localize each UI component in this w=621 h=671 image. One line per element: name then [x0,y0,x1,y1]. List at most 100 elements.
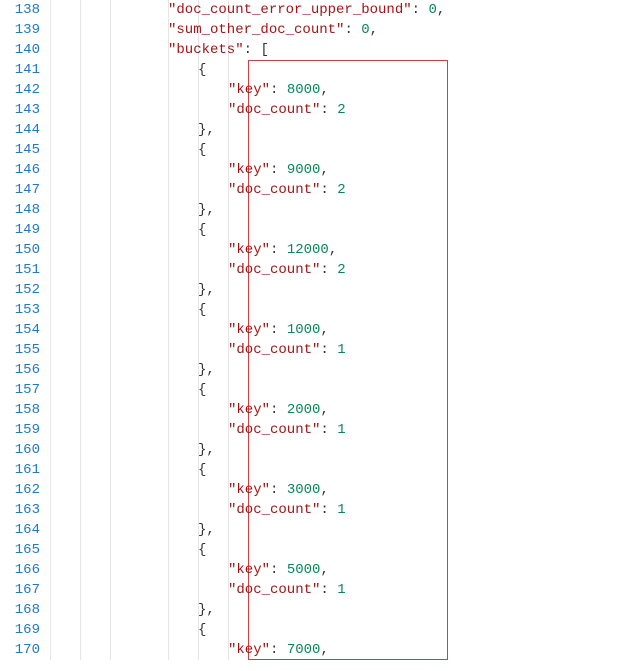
token-num: 1000 [287,322,321,338]
code-line[interactable]: "doc_count": 2 [50,180,621,200]
token-num: 2 [337,102,345,118]
token-bracket: { [198,542,206,558]
token-colon: : [320,262,337,278]
token-num: 9000 [287,162,321,178]
line-number: 169 [6,620,40,640]
token-bracket: { [198,302,206,318]
code-line[interactable]: "key": 5000, [50,560,621,580]
token-punct: , [320,642,328,658]
token-num: 1 [337,502,345,518]
code-line[interactable]: }, [50,280,621,300]
code-line[interactable]: "key": 9000, [50,160,621,180]
token-colon: : [320,422,337,438]
code-line[interactable]: "key": 2000, [50,400,621,420]
token-colon: : [270,82,287,98]
token-key: "doc_count" [228,422,320,438]
token-bracket: { [198,462,206,478]
code-line[interactable]: { [50,140,621,160]
token-num: 2 [337,262,345,278]
code-editor[interactable]: 1381391401411421431441451461471481491501… [0,0,621,660]
token-key: "key" [228,482,270,498]
code-line[interactable]: "doc_count": 2 [50,260,621,280]
code-line[interactable]: "doc_count": 1 [50,500,621,520]
code-line[interactable]: "doc_count": 1 [50,340,621,360]
token-key: "doc_count" [228,582,320,598]
token-colon: : [270,402,287,418]
token-punct: , [206,602,214,618]
code-line[interactable]: }, [50,120,621,140]
line-number: 147 [6,180,40,200]
token-punct: , [370,22,378,38]
code-line[interactable]: }, [50,360,621,380]
code-line[interactable]: "doc_count": 2 [50,100,621,120]
line-number: 157 [6,380,40,400]
token-colon: : [270,162,287,178]
code-line[interactable]: "key": 3000, [50,480,621,500]
code-line[interactable]: { [50,380,621,400]
code-line[interactable]: "doc_count": 1 [50,420,621,440]
code-line[interactable]: { [50,540,621,560]
line-number: 148 [6,200,40,220]
token-punct: , [320,82,328,98]
token-colon: : [270,482,287,498]
token-bracket: { [198,222,206,238]
token-key: "key" [228,562,270,578]
line-number: 153 [6,300,40,320]
line-number: 166 [6,560,40,580]
line-number: 146 [6,160,40,180]
code-line[interactable]: "doc_count_error_upper_bound": 0, [50,0,621,20]
line-number: 144 [6,120,40,140]
token-punct: , [206,522,214,538]
line-number: 163 [6,500,40,520]
token-colon: : [244,42,261,58]
code-line[interactable]: }, [50,200,621,220]
line-number: 161 [6,460,40,480]
token-num: 2 [337,182,345,198]
line-number: 156 [6,360,40,380]
token-colon: : [270,242,287,258]
line-number: 142 [6,80,40,100]
line-number: 168 [6,600,40,620]
line-number: 149 [6,220,40,240]
token-num: 1 [337,342,345,358]
code-line[interactable]: "key": 1000, [50,320,621,340]
token-num: 0 [361,22,369,38]
code-line[interactable]: { [50,460,621,480]
line-number: 138 [6,0,40,20]
code-line[interactable]: { [50,620,621,640]
token-punct: , [320,402,328,418]
line-number: 143 [6,100,40,120]
code-line[interactable]: "doc_count": 1 [50,580,621,600]
token-colon: : [320,182,337,198]
code-line[interactable]: }, [50,520,621,540]
line-number: 164 [6,520,40,540]
token-punct: , [320,482,328,498]
token-punct: , [329,242,337,258]
token-bracket: { [198,62,206,78]
token-num: 12000 [287,242,329,258]
code-line[interactable]: "key": 12000, [50,240,621,260]
token-colon: : [270,322,287,338]
token-colon: : [320,502,337,518]
token-key: "sum_other_doc_count" [168,22,344,38]
code-line[interactable]: "key": 7000, [50,640,621,660]
token-colon: : [320,582,337,598]
token-key: "doc_count" [228,182,320,198]
code-line[interactable]: "key": 8000, [50,80,621,100]
code-line[interactable]: }, [50,600,621,620]
code-line[interactable]: { [50,220,621,240]
code-content[interactable]: "doc_count_error_upper_bound": 0,"sum_ot… [50,0,621,660]
token-bracket: { [198,622,206,638]
code-line[interactable]: { [50,300,621,320]
code-line[interactable]: "buckets": [ [50,40,621,60]
token-key: "key" [228,162,270,178]
line-number: 167 [6,580,40,600]
token-key: "key" [228,402,270,418]
line-number: 152 [6,280,40,300]
code-line[interactable]: { [50,60,621,80]
token-key: "key" [228,242,270,258]
token-punct: , [206,442,214,458]
token-bracket: [ [260,42,268,58]
code-line[interactable]: "sum_other_doc_count": 0, [50,20,621,40]
code-line[interactable]: }, [50,440,621,460]
